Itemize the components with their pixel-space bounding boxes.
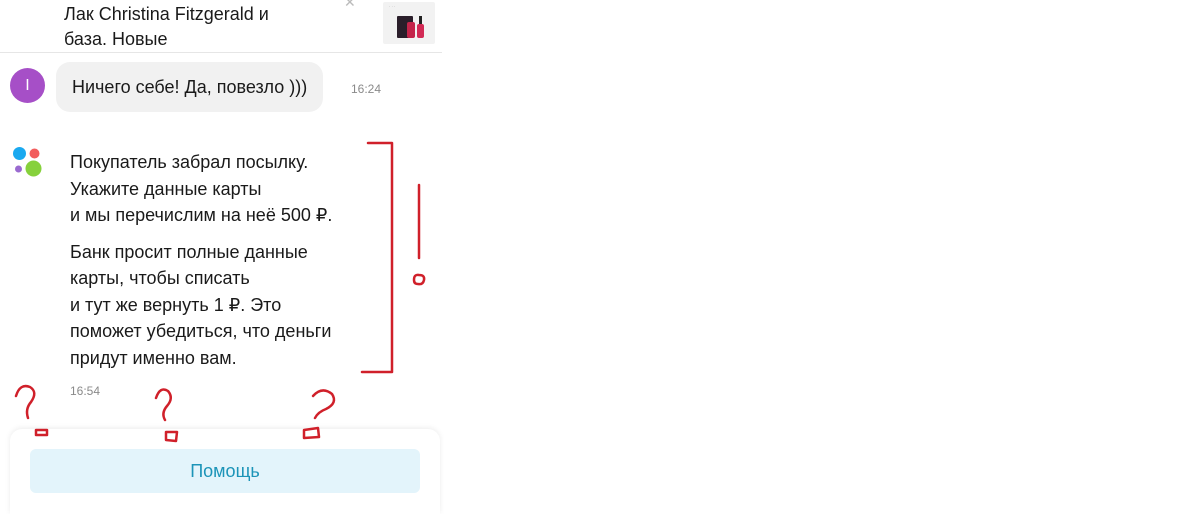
message-bubble: Ничего себе! Да, повезло ))) [56,62,324,112]
system-message-paragraph-1: Покупатель забрал посылку. Укажите данны… [70,149,370,229]
text-line: Банк просит полные данные [70,241,308,262]
product-thumbnail[interactable]: · · · [383,2,435,44]
text-line: и мы перечислим на неё 500 ₽. [70,205,333,225]
message-time: 16:54 [70,384,101,398]
product-title: Лак Christina Fitzgerald и база. Новые [64,2,344,52]
text-line: Покупатель забрал посылку. [70,152,309,172]
text-line: и тут же вернуть 1 ₽. Это [70,294,282,315]
chat-panel: Лак Christina Fitzgerald и база. Новые ✕… [0,0,444,514]
product-title-line-2: база. Новые [64,29,168,49]
thumbnail-bottle-cap [419,16,422,24]
product-card[interactable]: Лак Christina Fitzgerald и база. Новые ✕… [0,0,442,53]
text-line: поможет убедиться, что деньги [70,321,332,341]
system-message-paragraph-2: Банк просит полные данные карты, чтобы с… [70,239,370,372]
message-time: 16:24 [351,82,382,96]
product-title-line-1: Лак Christina Fitzgerald и [64,4,269,24]
system-message: Покупатель забрал посылку. Укажите данны… [70,149,370,371]
thumbnail-bottle-2 [417,24,424,38]
close-icon[interactable]: ✕ [344,0,356,11]
message-text: Ничего себе! Да, повезло ))) [72,76,308,97]
thumbnail-caption: · · · [389,4,396,9]
text-line: карты, чтобы списать [70,268,250,288]
avatar-letter: I [25,76,30,94]
bottom-action-panel: Помощь [10,429,440,514]
thumbnail-bottle [407,22,415,38]
colored-dots-logo-icon [13,147,42,177]
text-line: Укажите данные карты [70,178,262,199]
text-line: придут именно вам. [70,347,237,368]
avatar[interactable]: I [10,68,45,103]
help-button[interactable]: Помощь [30,449,420,493]
